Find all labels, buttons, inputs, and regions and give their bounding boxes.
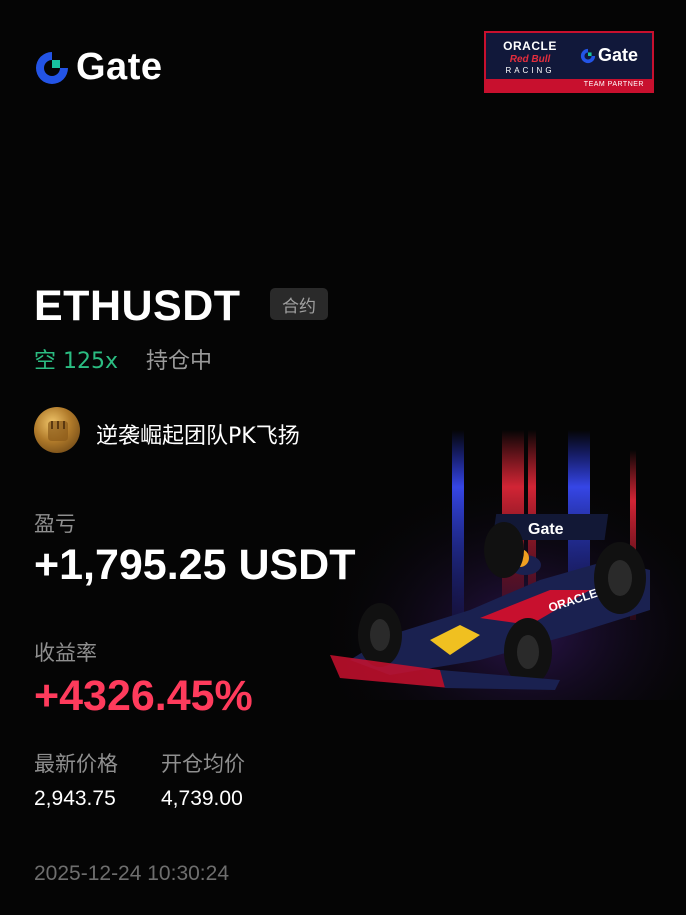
trading-pair: ETHUSDT: [34, 282, 241, 330]
roi-value: +4326.45%: [34, 672, 253, 720]
rear-wing-logo-text: Gate: [528, 521, 564, 538]
position-direction-leverage: 空 125x: [34, 349, 119, 374]
last-price-value: 2,943.75: [34, 787, 116, 810]
racing-logo-text: RACING: [505, 66, 555, 75]
gate-logo-text: Gate: [76, 46, 163, 88]
partner-gate-icon: [580, 48, 596, 63]
fist-icon: [48, 421, 68, 441]
timestamp: 2025-12-24 10:30:24: [34, 862, 229, 885]
team-avatar: [34, 407, 80, 453]
gate-logo: Gate: [34, 46, 162, 89]
partner-gate-text: Gate: [598, 45, 639, 65]
contract-type-badge: 合约: [270, 288, 328, 320]
f1-car-image: Gate ORACLE: [330, 430, 686, 700]
entry-price-value: 4,739.00: [161, 787, 243, 810]
roi-label: 收益率: [34, 641, 97, 665]
red-bull-logo-text: Red Bull: [509, 54, 551, 65]
oracle-logo-text: ORACLE: [503, 39, 557, 53]
partner-gate-logo: Gate: [580, 45, 638, 66]
pnl-value: +1,795.25 USDT: [34, 541, 356, 589]
team-name: 逆袭崛起团队PK飞扬: [96, 424, 300, 449]
position-status: 持仓中: [146, 349, 213, 374]
entry-price-label: 开仓均价: [161, 752, 245, 776]
gate-logo-icon: [34, 50, 70, 86]
team-partner-badge: ORACLE Red Bull RACING Gate TEAM PARTNER: [484, 31, 654, 93]
pnl-label: 盈亏: [34, 512, 76, 536]
team-partner-strip: TEAM PARTNER: [486, 79, 652, 91]
last-price-label: 最新价格: [34, 752, 118, 776]
